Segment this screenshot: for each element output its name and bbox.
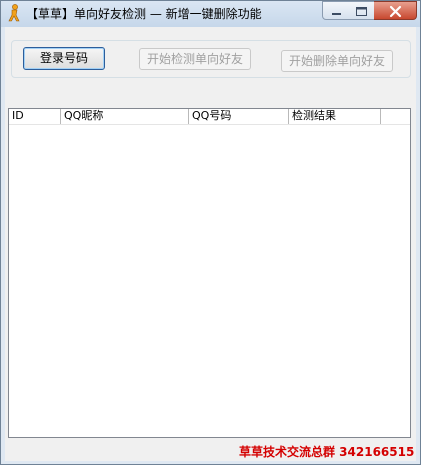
start-delete-button[interactable]: 开始删除单向好友: [281, 50, 393, 72]
list-header: ID QQ昵称 QQ号码 检测结果: [9, 109, 410, 125]
start-check-button[interactable]: 开始检测单向好友: [139, 48, 251, 70]
window-title: 【草草】单向好友检测 — 新增一键删除功能: [26, 7, 262, 21]
column-header-id[interactable]: ID: [9, 109, 61, 124]
column-header-result[interactable]: 检测结果: [289, 109, 381, 124]
client-area: 登录号码 开始检测单向好友 开始删除单向好友 ID QQ昵称 QQ号码 检测结果…: [5, 27, 416, 461]
column-header-qq-number[interactable]: QQ号码: [189, 109, 289, 124]
app-person-icon: [7, 4, 21, 22]
close-icon: [389, 5, 402, 18]
group-info-text: 草草技术交流总群 342166515: [239, 445, 415, 459]
maximize-icon: [356, 7, 367, 16]
login-button[interactable]: 登录号码: [23, 47, 105, 70]
minimize-button[interactable]: [322, 1, 349, 20]
column-header-nickname[interactable]: QQ昵称: [61, 109, 189, 124]
app-window: 【草草】单向好友检测 — 新增一键删除功能 登录号码 开始检测单向好友 开始删除…: [0, 0, 421, 465]
title-bar[interactable]: 【草草】单向好友检测 — 新增一键删除功能: [1, 1, 420, 27]
friends-list-view[interactable]: ID QQ昵称 QQ号码 检测结果: [8, 108, 411, 438]
maximize-button[interactable]: [348, 1, 375, 20]
minimize-icon: [332, 13, 341, 15]
close-button[interactable]: [374, 1, 417, 20]
